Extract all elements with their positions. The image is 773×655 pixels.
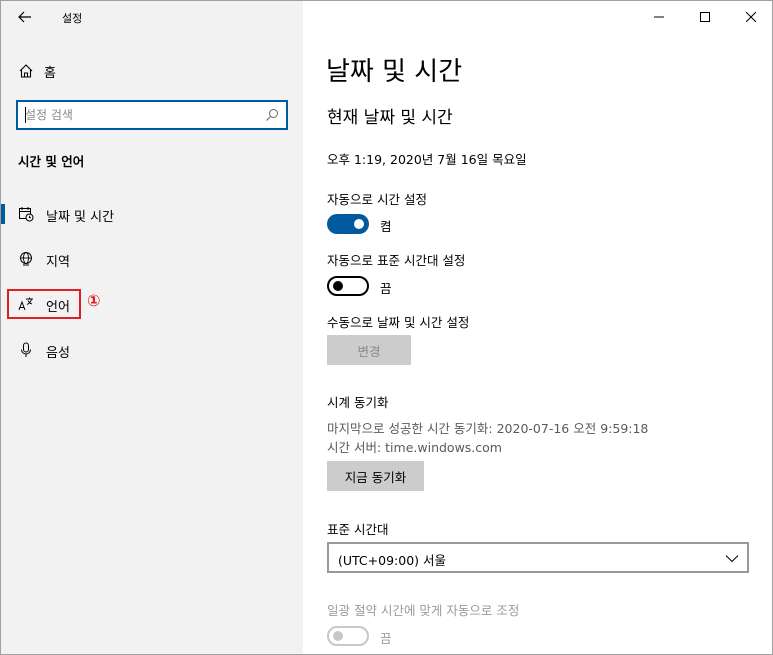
toggle-knob xyxy=(333,631,343,641)
chevron-down-icon xyxy=(725,555,739,563)
text-caret xyxy=(25,107,26,123)
sidebar-item-speech[interactable]: 음성 xyxy=(1,332,303,368)
annotation-highlight-box xyxy=(7,289,81,319)
sync-header: 시계 동기화 xyxy=(327,395,389,410)
timezone-label: 표준 시간대 xyxy=(327,522,389,537)
settings-window: 설정 홈 시간 및 언어 xyxy=(0,0,773,655)
content-pane: 날짜 및 시간 현재 날짜 및 시간 오후 1:19, 2020년 7월 16일… xyxy=(303,1,772,654)
toggle-knob xyxy=(333,281,343,291)
active-indicator xyxy=(1,204,5,224)
timezone-selected-value: (UTC+09:00) 서울 xyxy=(338,553,447,568)
globe-icon xyxy=(18,251,34,267)
time-server-text: 시간 서버: time.windows.com xyxy=(327,440,502,455)
window-controls xyxy=(636,1,772,33)
home-icon xyxy=(19,64,33,78)
timezone-dropdown[interactable]: (UTC+09:00) 서울 xyxy=(327,542,749,573)
close-icon xyxy=(746,12,756,22)
auto-timezone-label: 자동으로 표준 시간대 설정 xyxy=(327,253,466,268)
sidebar-item-label: 날짜 및 시간 xyxy=(46,210,115,225)
dst-label: 일광 절약 시간에 맞게 자동으로 조정 xyxy=(327,603,520,618)
page-title: 날짜 및 시간 xyxy=(326,57,463,87)
current-date-time: 오후 1:19, 2020년 7월 16일 목요일 xyxy=(327,152,527,167)
sidebar-item-label: 지역 xyxy=(46,255,70,270)
minimize-button[interactable] xyxy=(636,1,682,33)
microphone-icon xyxy=(18,342,34,358)
title-bar: 설정 xyxy=(1,1,303,33)
dst-state: 끔 xyxy=(380,631,392,646)
auto-timezone-state: 끔 xyxy=(380,281,392,296)
last-sync-text: 마지막으로 성공한 시간 동기화: 2020-07-16 오전 9:59:18 xyxy=(327,421,649,436)
sidebar-item-region[interactable]: 지역 xyxy=(1,241,303,277)
maximize-icon xyxy=(700,12,710,22)
change-button[interactable]: 변경 xyxy=(327,335,411,365)
dst-toggle[interactable] xyxy=(327,626,369,646)
section-subtitle: 현재 날짜 및 시간 xyxy=(327,108,453,128)
sidebar-item-date-time[interactable]: 날짜 및 시간 xyxy=(1,196,303,232)
back-arrow-icon xyxy=(18,11,31,23)
auto-time-toggle[interactable] xyxy=(327,214,369,234)
annotation-number: ① xyxy=(87,291,101,310)
sidebar: 설정 홈 시간 및 언어 xyxy=(1,1,303,654)
auto-time-label: 자동으로 시간 설정 xyxy=(327,192,427,207)
auto-timezone-toggle[interactable] xyxy=(327,276,369,296)
search-icon[interactable] xyxy=(265,108,279,122)
back-button[interactable] xyxy=(14,6,36,28)
sync-now-button[interactable]: 지금 동기화 xyxy=(327,461,424,491)
section-title: 시간 및 언어 xyxy=(18,154,85,169)
close-button[interactable] xyxy=(728,1,772,33)
nav-home[interactable]: 홈 xyxy=(18,59,56,83)
calendar-clock-icon xyxy=(18,206,34,222)
app-title: 설정 xyxy=(62,12,83,25)
search-box[interactable] xyxy=(16,100,288,130)
minimize-icon xyxy=(654,16,664,18)
manual-time-label: 수동으로 날짜 및 시간 설정 xyxy=(327,315,470,330)
auto-time-state: 켬 xyxy=(380,219,392,234)
sidebar-item-label: 음성 xyxy=(46,346,70,361)
search-input[interactable] xyxy=(18,102,248,128)
nav-home-label: 홈 xyxy=(44,65,56,81)
toggle-knob xyxy=(354,219,364,229)
maximize-button[interactable] xyxy=(682,1,728,33)
